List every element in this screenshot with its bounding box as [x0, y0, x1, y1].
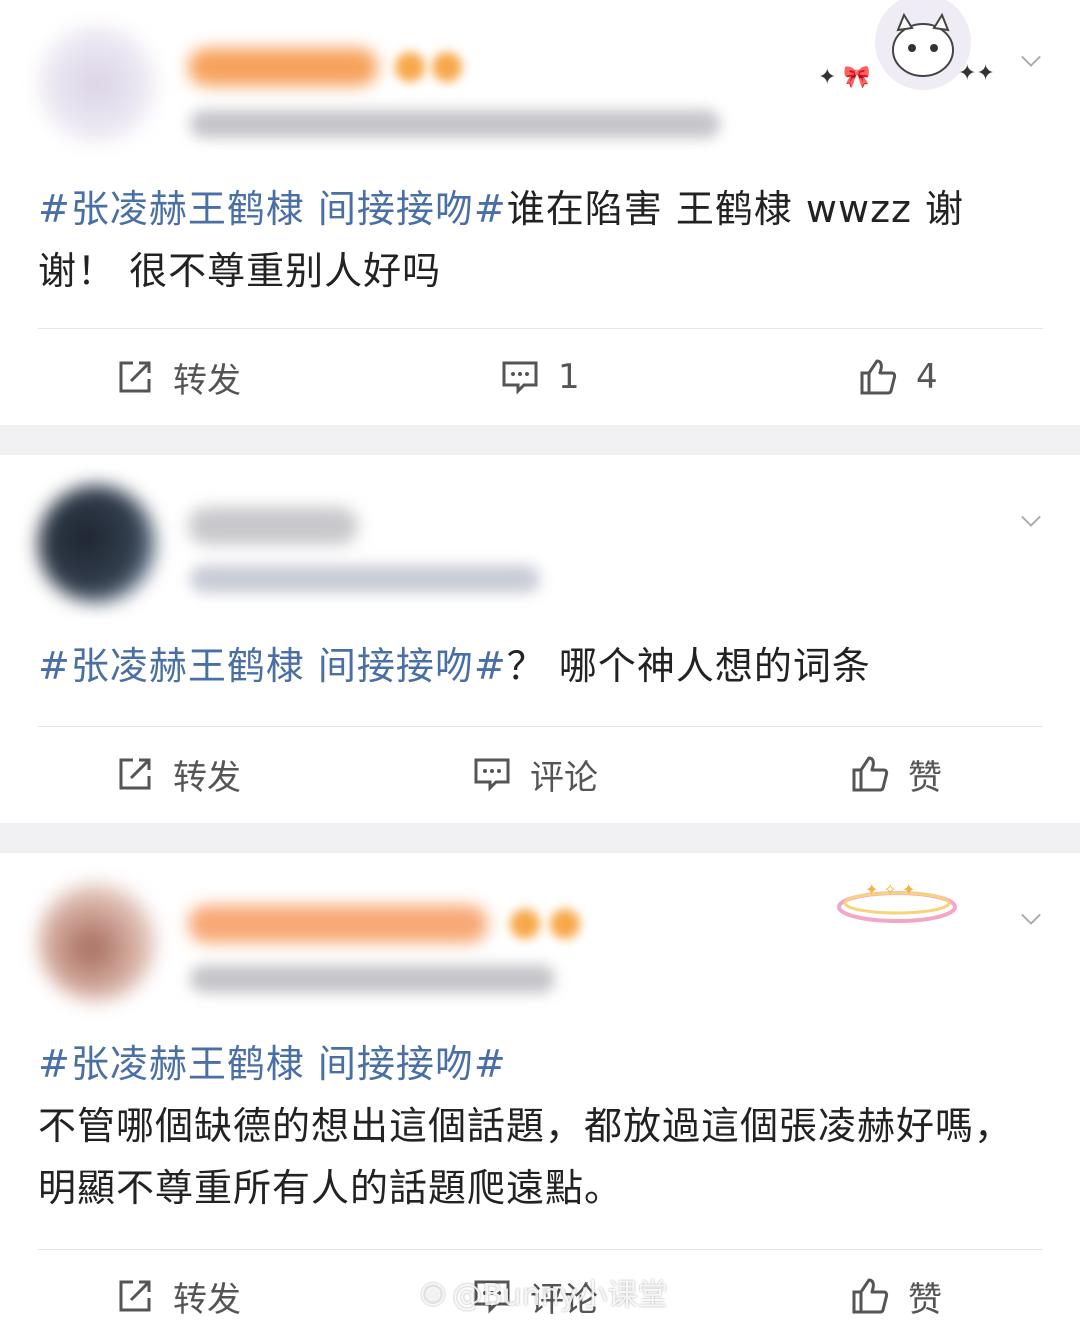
post-1: ✦ 🎀 ✦✦ #张凌赫王鹤棣 间接接吻#谁在陷害 王鹤棣 wwzz 谢谢！ 很不…	[0, 0, 1080, 425]
divider	[38, 328, 1043, 329]
post-content: #张凌赫王鹤棣 间接接吻#？ 哪个神人想的词条	[38, 635, 1038, 697]
vip-badge	[510, 909, 540, 939]
divider	[38, 1249, 1043, 1250]
avatar[interactable]	[38, 25, 156, 143]
svg-text:✦✦: ✦✦	[958, 61, 995, 86]
chevron-down-icon[interactable]	[1020, 50, 1042, 72]
repost-label: 转发	[173, 360, 241, 401]
thumbs-up-icon	[852, 1278, 889, 1314]
comment-button[interactable]: 1	[500, 352, 580, 402]
like-label: 赞	[908, 1279, 942, 1320]
username[interactable]	[188, 507, 358, 545]
cat-sticker-icon: ✦ 🎀 ✦✦	[818, 0, 995, 90]
vip-badge	[395, 52, 425, 82]
username[interactable]	[188, 905, 488, 943]
thumbs-up-icon	[860, 359, 897, 395]
post-text: 不管哪個缺德的想出這個話題，都放過這個張凌赫好嗎，明顯不尊重所有人的話題爬遠點。	[38, 1104, 1014, 1210]
repost-icon	[119, 361, 151, 393]
avatar[interactable]	[38, 485, 156, 603]
post-meta	[190, 110, 720, 138]
thumbs-up-icon	[852, 756, 889, 792]
post-content: #张凌赫王鹤棣 间接接吻#谁在陷害 王鹤棣 wwzz 谢谢！ 很不尊重别人好吗	[38, 178, 1038, 302]
post-text: ？ 哪个神人想的词条	[506, 644, 871, 688]
repost-label: 转发	[173, 757, 241, 798]
comment-count: 1	[558, 357, 580, 397]
comment-button[interactable]: 评论	[472, 749, 598, 799]
username[interactable]	[188, 48, 378, 86]
divider	[38, 726, 1043, 727]
post-meta	[190, 965, 555, 993]
separator	[0, 425, 1080, 455]
vip-badge	[550, 909, 580, 939]
svg-text:✦ 🎀: ✦ 🎀	[818, 65, 871, 90]
weibo-logo-icon: ◉	[420, 1274, 447, 1310]
post-content: #张凌赫王鹤棣 间接接吻# 不管哪個缺德的想出這個話題，都放過這個張凌赫好嗎，明…	[38, 1033, 1038, 1219]
comment-icon	[502, 361, 538, 395]
like-button[interactable]: 4	[858, 352, 938, 402]
repost-icon	[119, 1280, 151, 1312]
comment-icon	[474, 758, 510, 792]
chevron-down-icon[interactable]	[1020, 510, 1042, 532]
sparkle-ring-icon: ✦ ✧ ✦	[837, 880, 957, 923]
comment-label: 评论	[530, 757, 598, 798]
topic-link[interactable]: #张凌赫王鹤棣 间接接吻#	[38, 644, 507, 688]
vip-badge	[432, 52, 462, 82]
topic-link[interactable]: #张凌赫王鹤棣 间接接吻#	[38, 187, 507, 231]
like-button[interactable]: 赞	[850, 749, 942, 799]
separator	[0, 823, 1080, 853]
repost-icon	[119, 758, 151, 790]
watermark-text: @Bunny小课堂	[452, 1278, 668, 1313]
repost-label: 转发	[173, 1279, 241, 1320]
post-2: #张凌赫王鹤棣 间接接吻#？ 哪个神人想的词条 转发 评论 赞	[0, 455, 1080, 823]
repost-button[interactable]: 转发	[115, 1271, 241, 1321]
post-3: ✦ ✧ ✦ #张凌赫王鹤棣 间接接吻# 不管哪個缺德的想出這個話題，都放過這個張…	[0, 853, 1080, 1321]
like-count: 4	[916, 357, 938, 397]
svg-text:✦ ✧ ✦: ✦ ✧ ✦	[865, 880, 915, 899]
chevron-down-icon[interactable]	[1020, 908, 1042, 930]
repost-button[interactable]: 转发	[115, 749, 241, 799]
repost-button[interactable]: 转发	[115, 352, 241, 402]
avatar[interactable]	[38, 883, 156, 1001]
watermark: ◉ @Bunny小课堂	[420, 1270, 668, 1314]
post-meta	[190, 565, 540, 593]
like-button[interactable]: 赞	[850, 1271, 942, 1321]
topic-link[interactable]: #张凌赫王鹤棣 间接接吻#	[38, 1033, 1038, 1095]
like-label: 赞	[908, 757, 942, 798]
